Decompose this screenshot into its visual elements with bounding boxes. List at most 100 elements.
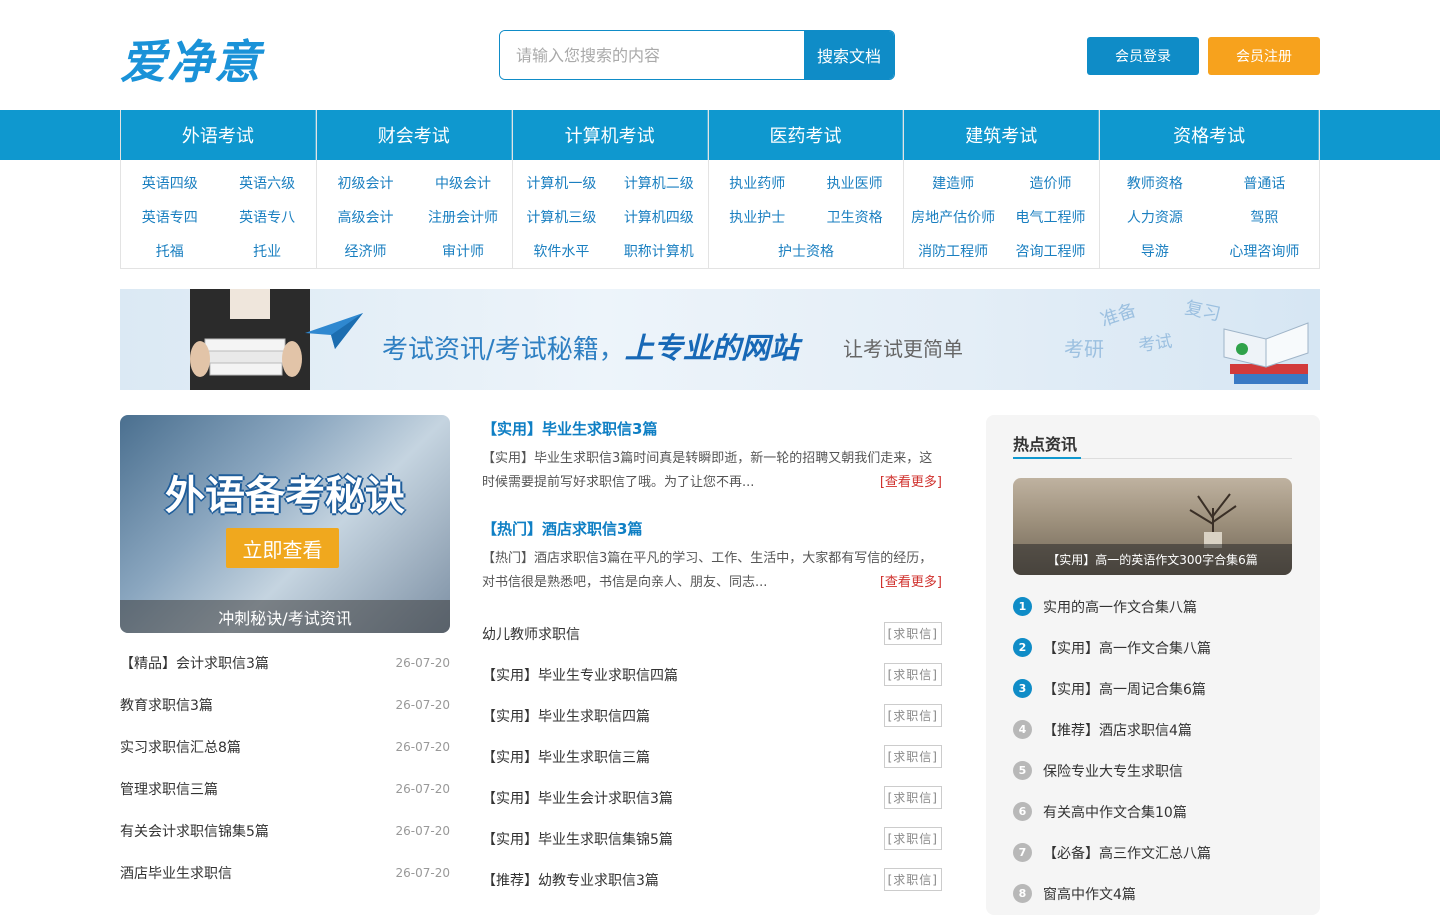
list-item[interactable]: 【实用】毕业生求职信四篇 [求职信] <box>482 695 942 736</box>
ranked-item-title[interactable]: 【实用】高一作文合集八篇 <box>1043 638 1211 658</box>
view-now-button[interactable]: 立即查看 <box>226 528 339 568</box>
nav-link[interactable]: 托福 <box>121 234 218 268</box>
nav-link[interactable]: 计算机二级 <box>610 166 707 200</box>
list-item-title[interactable]: 实习求职信汇总8篇 <box>120 737 241 757</box>
nav-link[interactable]: 消防工程师 <box>904 234 1001 268</box>
nav-link[interactable]: 英语四级 <box>121 166 218 200</box>
ranked-item[interactable]: 8 窗高中作文4篇 <box>1013 873 1292 914</box>
list-item-title[interactable]: 【精品】会计求职信3篇 <box>120 653 269 673</box>
category-tag[interactable]: [求职信] <box>883 827 942 850</box>
nav-category-title[interactable]: 计算机考试 <box>513 110 708 160</box>
register-button[interactable]: 会员注册 <box>1208 37 1320 75</box>
nav-category-title[interactable]: 外语考试 <box>121 110 316 160</box>
ranked-item[interactable]: 1 实用的高一作文合集八篇 <box>1013 586 1292 627</box>
ranked-item-title[interactable]: 保险专业大专生求职信 <box>1043 761 1183 781</box>
hot-news-feature[interactable]: 【实用】高一的英语作文300字合集6篇 <box>1013 478 1292 575</box>
ranked-item-title[interactable]: 窗高中作文4篇 <box>1043 884 1136 904</box>
nav-link[interactable]: 执业护士 <box>709 200 806 234</box>
nav-link[interactable]: 电气工程师 <box>1002 200 1099 234</box>
nav-category-title[interactable]: 建筑考试 <box>904 110 1100 160</box>
nav-link[interactable]: 执业药师 <box>709 166 806 200</box>
list-item-title[interactable]: 管理求职信三篇 <box>120 779 218 799</box>
category-tag[interactable]: [求职信] <box>883 868 942 891</box>
list-item[interactable]: 有关会计求职信锦集5篇 26-07-20 <box>120 810 450 852</box>
read-more-link[interactable]: [查看更多] <box>873 571 942 595</box>
list-item[interactable]: 实习求职信汇总8篇 26-07-20 <box>120 726 450 768</box>
list-item-title[interactable]: 幼儿教师求职信 <box>482 624 580 644</box>
read-more-link[interactable]: [查看更多] <box>873 471 942 495</box>
nav-link[interactable]: 建造师 <box>904 166 1001 200</box>
nav-link[interactable]: 审计师 <box>414 234 511 268</box>
promo-banner[interactable]: 考试资讯/考试秘籍，上专业的网站 让考试更简单 准备 复习 考研 考试 <box>120 289 1320 390</box>
list-item-title[interactable]: 【实用】毕业生求职信三篇 <box>482 747 650 767</box>
nav-link[interactable]: 人力资源 <box>1100 200 1209 234</box>
ranked-item-title[interactable]: 实用的高一作文合集八篇 <box>1043 597 1197 617</box>
nav-link[interactable]: 护士资格 <box>709 234 904 268</box>
ranked-item-title[interactable]: 【必备】高三作文汇总八篇 <box>1043 843 1211 863</box>
list-item-title[interactable]: 【实用】毕业生会计求职信3篇 <box>482 788 673 808</box>
list-item-title[interactable]: 【实用】毕业生专业求职信四篇 <box>482 665 678 685</box>
ranked-item[interactable]: 6 有关高中作文合集10篇 <box>1013 791 1292 832</box>
nav-link[interactable]: 卫生资格 <box>806 200 903 234</box>
nav-link[interactable]: 中级会计 <box>414 166 511 200</box>
list-item-title[interactable]: 酒店毕业生求职信 <box>120 863 232 883</box>
list-item[interactable]: 【精品】会计求职信3篇 26-07-20 <box>120 642 450 684</box>
list-item[interactable]: 酒店毕业生求职信 26-07-20 <box>120 852 450 894</box>
nav-link[interactable]: 咨询工程师 <box>1002 234 1099 268</box>
list-item-title[interactable]: 【实用】毕业生求职信四篇 <box>482 706 650 726</box>
nav-link[interactable]: 计算机一级 <box>513 166 610 200</box>
list-item[interactable]: 【实用】毕业生会计求职信3篇 [求职信] <box>482 777 942 818</box>
article-title[interactable]: 【实用】毕业生求职信3篇 <box>482 415 942 441</box>
ranked-item-title[interactable]: 有关高中作文合集10篇 <box>1043 802 1187 822</box>
nav-link[interactable]: 初级会计 <box>317 166 414 200</box>
nav-link[interactable]: 驾照 <box>1210 200 1319 234</box>
nav-link[interactable]: 教师资格 <box>1100 166 1209 200</box>
nav-link[interactable]: 房地产估价师 <box>904 200 1001 234</box>
ranked-item-title[interactable]: 【实用】高一周记合集6篇 <box>1043 679 1206 699</box>
nav-link[interactable]: 英语专四 <box>121 200 218 234</box>
ranked-item[interactable]: 4 【推荐】酒店求职信4篇 <box>1013 709 1292 750</box>
category-tag[interactable]: [求职信] <box>883 786 942 809</box>
list-item[interactable]: 管理求职信三篇 26-07-20 <box>120 768 450 810</box>
ranked-item[interactable]: 2 【实用】高一作文合集八篇 <box>1013 627 1292 668</box>
search-input[interactable] <box>500 31 804 79</box>
nav-link[interactable]: 英语专八 <box>218 200 315 234</box>
nav-category-title[interactable]: 资格考试 <box>1100 110 1320 160</box>
category-tag[interactable]: [求职信] <box>883 704 942 727</box>
nav-link[interactable]: 托业 <box>218 234 315 268</box>
site-logo[interactable]: 爱净意 <box>120 26 261 92</box>
list-item[interactable]: 【实用】毕业生专业求职信四篇 [求职信] <box>482 654 942 695</box>
list-item[interactable]: 幼儿教师求职信 [求职信] <box>482 613 942 654</box>
list-item-title[interactable]: 有关会计求职信锦集5篇 <box>120 821 269 841</box>
login-button[interactable]: 会员登录 <box>1087 37 1199 75</box>
nav-link[interactable]: 注册会计师 <box>414 200 511 234</box>
category-tag[interactable]: [求职信] <box>883 622 942 645</box>
nav-link[interactable]: 计算机四级 <box>610 200 707 234</box>
list-item[interactable]: 【实用】毕业生求职信三篇 [求职信] <box>482 736 942 777</box>
nav-link[interactable]: 导游 <box>1100 234 1209 268</box>
ranked-item[interactable]: 7 【必备】高三作文汇总八篇 <box>1013 832 1292 873</box>
nav-link[interactable]: 执业医师 <box>806 166 903 200</box>
search-button[interactable]: 搜索文档 <box>804 31 894 79</box>
category-tag[interactable]: [求职信] <box>883 745 942 768</box>
article-title[interactable]: 【热门】酒店求职信3篇 <box>482 515 942 541</box>
ranked-item[interactable]: 3 【实用】高一周记合集6篇 <box>1013 668 1292 709</box>
nav-link[interactable]: 计算机三级 <box>513 200 610 234</box>
list-item-title[interactable]: 【推荐】幼教专业求职信3篇 <box>482 870 659 890</box>
list-item[interactable]: 教育求职信3篇 26-07-20 <box>120 684 450 726</box>
nav-link[interactable]: 造价师 <box>1002 166 1099 200</box>
nav-link[interactable]: 高级会计 <box>317 200 414 234</box>
nav-link[interactable]: 软件水平 <box>513 234 610 268</box>
nav-category-title[interactable]: 财会考试 <box>317 110 512 160</box>
nav-link[interactable]: 经济师 <box>317 234 414 268</box>
nav-link[interactable]: 心理咨询师 <box>1210 234 1319 268</box>
list-item[interactable]: 【推荐】幼教专业求职信3篇 [求职信] <box>482 859 942 900</box>
list-item-title[interactable]: 教育求职信3篇 <box>120 695 213 715</box>
nav-category-title[interactable]: 医药考试 <box>709 110 904 160</box>
nav-link[interactable]: 英语六级 <box>218 166 315 200</box>
nav-link[interactable]: 职称计算机 <box>610 234 707 268</box>
list-item-title[interactable]: 【实用】毕业生求职信集锦5篇 <box>482 829 673 849</box>
study-tips-promo[interactable]: 外语备考秘诀 立即查看 冲刺秘诀/考试资讯 <box>120 415 450 633</box>
nav-link[interactable]: 普通话 <box>1210 166 1319 200</box>
ranked-item-title[interactable]: 【推荐】酒店求职信4篇 <box>1043 720 1192 740</box>
